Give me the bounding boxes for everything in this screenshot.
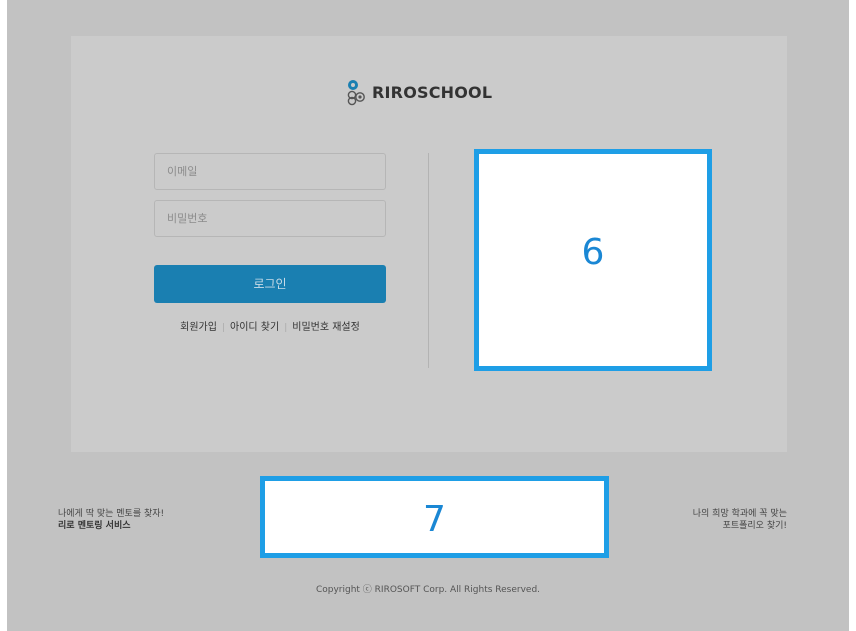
portfolio-promo[interactable]: 나의 희망 학과에 꼭 맞는 포트폴리오 찾기! — [693, 508, 787, 532]
find-id-link[interactable]: 아이디 찾기 — [230, 322, 279, 333]
copyright-text: Copyright ⓒ RIROSOFT Corp. All Rights Re… — [315, 585, 541, 595]
email-placeholder: 이메일 — [167, 165, 198, 178]
password-placeholder: 비밀번호 — [167, 212, 208, 225]
portfolio-promo-line1: 나의 희망 학과에 꼭 맞는 — [692, 509, 787, 519]
email-field[interactable]: 이메일 — [154, 153, 386, 190]
box-6-label: 6 — [581, 231, 605, 273]
link-separator: | — [284, 323, 288, 333]
mentoring-promo[interactable]: 나에게 딱 맞는 멘토를 찾자! 리로 멘토링 서비스 — [58, 508, 164, 532]
mentoring-promo-line2: 리로 멘토링 서비스 — [58, 521, 131, 531]
vertical-divider — [428, 153, 429, 368]
box-7-label: 7 — [423, 498, 446, 540]
highlight-box-6[interactable]: 6 — [474, 149, 712, 371]
reset-password-link[interactable]: 비밀번호 재설정 — [292, 322, 360, 333]
account-links: 회원가입 | 아이디 찾기 | 비밀번호 재설정 — [154, 318, 386, 333]
highlight-box-7[interactable]: 7 — [260, 476, 609, 558]
portfolio-promo-line2: 포트폴리오 찾기! — [722, 521, 787, 531]
link-separator: | — [221, 323, 226, 333]
signup-link[interactable]: 회원가입 — [180, 322, 217, 333]
mentoring-promo-line1: 나에게 딱 맞는 멘토를 찾자! — [58, 509, 165, 519]
riroschool-logo[interactable]: RIROSCHOOL — [344, 74, 492, 110]
logo-icon — [347, 80, 365, 106]
password-field[interactable]: 비밀번호 — [154, 200, 386, 237]
logo-text: RIROSCHOOL — [372, 82, 493, 102]
login-button[interactable]: 로그인 — [154, 265, 386, 303]
